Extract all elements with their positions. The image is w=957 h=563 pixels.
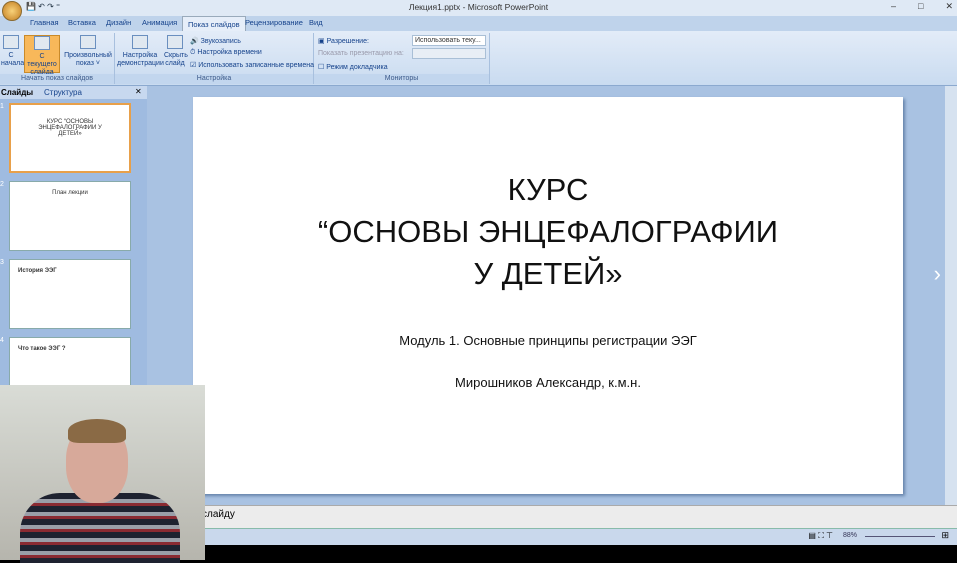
group-label: Мониторы — [314, 74, 489, 84]
custom-show-icon — [80, 35, 96, 49]
rehearse-timings-button[interactable]: ⏱ Настройка времени — [190, 49, 262, 57]
vertical-scrollbar[interactable] — [945, 86, 957, 505]
current-slide[interactable]: КУРС“ОСНОВЫ ЭНЦЕФАЛОГРАФИИУ ДЕТЕЙ» Модул… — [193, 97, 903, 494]
webcam-overlay — [0, 385, 205, 560]
slide-number: 1 — [0, 103, 4, 110]
group-setup: Настройка демонстрации Скрыть слайд 🔊 Зв… — [115, 33, 314, 84]
presenter-view-checkbox[interactable]: ☐ Режим докладчика — [318, 63, 388, 71]
tab-slides[interactable]: Слайды — [1, 88, 33, 97]
slide-title-line2: “ОСНОВЫ ЭНЦЕФАЛОГРАФИИ — [193, 211, 903, 253]
projector-icon — [34, 36, 50, 50]
slide-number: 4 — [0, 337, 4, 344]
resolution-label: ▣ Разрешение: — [318, 37, 369, 45]
slide-thumbnail-2[interactable]: План лекции — [9, 181, 131, 251]
hide-slide-button[interactable]: Скрыть слайд — [164, 35, 186, 68]
group-start-show: С начала С текущего слайда Произвольный … — [0, 33, 115, 84]
tab-insert[interactable]: Вставка — [68, 18, 96, 27]
tab-outline[interactable]: Структура — [44, 88, 82, 97]
slide-title-line1: КУРС — [193, 169, 903, 211]
resolution-select[interactable]: Использовать теку... — [412, 35, 486, 46]
window-title: Лекция1.pptx - Microsoft PowerPoint — [0, 2, 957, 12]
tab-animation[interactable]: Анимация — [142, 18, 177, 27]
maximize-button[interactable]: □ — [918, 1, 923, 12]
slide-author: Мирошников Александр, к.м.н. — [193, 375, 903, 390]
notes-text: слайду — [202, 509, 235, 520]
title-bar: 💾 ↶ ↷ ⁼ Лекция1.pptx - Microsoft PowerPo… — [0, 0, 957, 16]
slide-title-line3: У ДЕТЕЙ» — [193, 253, 903, 295]
tab-design[interactable]: Дизайн — [106, 18, 131, 27]
ribbon-tabs: Главная Вставка Дизайн Анимация Показ сл… — [0, 16, 957, 31]
tab-review[interactable]: Рецензирование — [245, 18, 303, 27]
tab-view[interactable]: Вид — [309, 18, 323, 27]
show-on-select — [412, 48, 486, 59]
slide-number: 3 — [0, 259, 4, 266]
next-slide-arrow-icon[interactable]: › — [934, 261, 941, 287]
fit-window-icon[interactable]: ⊞ — [941, 530, 949, 541]
view-buttons[interactable]: ▤ ⛶ ⊤ — [808, 531, 833, 541]
from-start-button[interactable]: С начала — [1, 35, 21, 68]
play-icon — [3, 35, 19, 49]
hide-slide-icon — [167, 35, 183, 49]
ribbon: С начала С текущего слайда Произвольный … — [0, 31, 957, 86]
group-monitors: ▣ Разрешение: Использовать теку... Показ… — [314, 33, 490, 84]
slide-number: 2 — [0, 181, 4, 188]
show-on-label: Показать презентацию на: — [318, 50, 404, 57]
setup-show-button[interactable]: Настройка демонстрации — [117, 35, 163, 68]
group-label: Настройка — [115, 74, 313, 84]
setup-icon — [132, 35, 148, 49]
from-current-button[interactable]: С текущего слайда — [24, 35, 60, 73]
slide-subtitle: Модуль 1. Основные принципы регистрации … — [193, 333, 903, 348]
office-button[interactable] — [2, 1, 22, 21]
notes-pane[interactable]: слайду — [147, 505, 957, 528]
close-button[interactable]: ✕ — [945, 1, 953, 12]
use-timings-checkbox[interactable]: ☑ Использовать записанные времена — [190, 61, 314, 69]
close-pane-button[interactable]: ✕ — [135, 87, 142, 96]
custom-show-button[interactable]: Произвольный показ ˅ — [63, 35, 113, 68]
group-label: Начать показ слайдов — [0, 74, 114, 84]
slide-thumbnail-3[interactable]: История ЭЭГ — [9, 259, 131, 329]
tab-home[interactable]: Главная — [30, 18, 59, 27]
zoom-slider[interactable] — [865, 536, 935, 537]
minimize-button[interactable]: – — [891, 1, 896, 12]
tab-slideshow[interactable]: Показ слайдов — [182, 16, 246, 31]
zoom-level[interactable]: 88% — [843, 532, 857, 539]
record-narration-button[interactable]: 🔊 Звукозапись — [190, 37, 241, 45]
slide-thumbnail-1[interactable]: КУРС “ОСНОВЫ ЭНЦЕФАЛОГРАФИИ У ДЕТЕЙ» — [9, 103, 131, 173]
